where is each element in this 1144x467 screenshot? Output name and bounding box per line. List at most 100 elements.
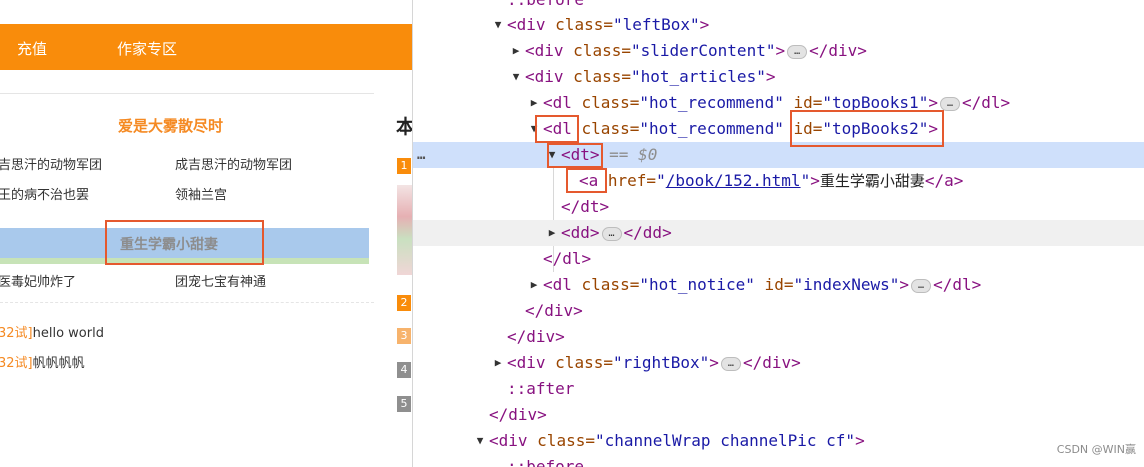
- tag-end: >: [765, 67, 776, 86]
- tag-close: </a>: [924, 171, 964, 190]
- ellipsis-icon[interactable]: …: [911, 278, 932, 293]
- dom-node-slidercontent[interactable]: ▶ <div class="sliderContent">… </div>: [413, 38, 1144, 64]
- attr-name: class=: [581, 93, 640, 112]
- annotation-red-box: [535, 115, 579, 143]
- tag-open: <dl: [543, 275, 582, 294]
- collapsed-triangle-icon[interactable]: ▶: [546, 220, 558, 246]
- text-node: 重生学霸小甜妻: [819, 172, 925, 190]
- attr-name: class=: [571, 119, 640, 138]
- dom-node-dt-close[interactable]: </dt>: [413, 194, 1144, 220]
- notice-text: hello world: [32, 326, 104, 341]
- attr-value: "hot_articles": [630, 67, 766, 86]
- rank-badge: 3: [397, 328, 411, 344]
- panel-border: [0, 93, 374, 94]
- featured-book-title[interactable]: 爱是大雾散尽时: [118, 115, 223, 136]
- dom-node-leftbox[interactable]: ▼ <div class="leftBox">: [413, 12, 1144, 38]
- tag-end: >: [899, 275, 910, 294]
- dom-node-div-close[interactable]: </div>: [413, 298, 1144, 324]
- top-nav-bar: 充值 作家专区: [0, 24, 412, 70]
- tag-close: </div>: [507, 327, 565, 346]
- pseudo-element: ::before: [507, 457, 585, 467]
- expanded-triangle-icon[interactable]: ▼: [474, 428, 486, 454]
- node-actions-icon[interactable]: …: [417, 142, 425, 168]
- tag-open: <div: [525, 67, 574, 86]
- annotation-red-box: [547, 143, 603, 168]
- dom-node-div-close[interactable]: </div>: [413, 324, 1144, 350]
- book-link[interactable]: 领袖兰宫: [175, 184, 227, 203]
- tag-close: </dt>: [561, 197, 610, 216]
- nav-link-recharge[interactable]: 充值: [17, 38, 47, 59]
- rank-badge: 5: [397, 396, 411, 412]
- tag-open: <div: [489, 431, 538, 450]
- attr-name: class=: [555, 353, 613, 372]
- dom-node-before[interactable]: ::before: [413, 454, 1144, 467]
- attr-value: "hot_recommend": [639, 119, 784, 138]
- dom-node-div-close[interactable]: </div>: [413, 402, 1144, 428]
- rank-badge: 4: [397, 362, 411, 378]
- tag-end: >: [709, 353, 719, 372]
- book-link[interactable]: 王的病不治也罢: [0, 184, 89, 203]
- book-cover-thumbnail[interactable]: [397, 185, 412, 275]
- attr-name: class=: [573, 67, 631, 86]
- devtools-elements-panel: ::before ▼ <div class="leftBox"> ▶ <div …: [412, 0, 1144, 467]
- expanded-triangle-icon[interactable]: ▼: [492, 12, 504, 38]
- collapsed-triangle-icon[interactable]: ▶: [528, 272, 540, 298]
- attr-name: class=: [573, 41, 631, 60]
- ellipsis-icon[interactable]: …: [939, 96, 960, 111]
- expanded-triangle-icon[interactable]: ▼: [510, 64, 522, 90]
- collapsed-triangle-icon[interactable]: ▶: [528, 90, 540, 116]
- dom-node-topbooks2[interactable]: ▼ <dl class="hot_recommend" id="topBooks…: [413, 116, 1144, 142]
- attr-name: class=: [555, 15, 613, 34]
- collapsed-triangle-icon[interactable]: ▶: [492, 350, 504, 376]
- attr-value: "channelWrap channelPic cf": [594, 431, 856, 450]
- pseudo-element: ::after: [507, 379, 575, 398]
- tag-close: </div>: [489, 405, 547, 424]
- collapsed-triangle-icon[interactable]: ▶: [510, 38, 522, 64]
- watermark: CSDN @WIN赢: [1056, 443, 1136, 456]
- tag-close: </dl>: [933, 275, 982, 294]
- book-link[interactable]: 吉思汗的动物军团: [0, 154, 102, 173]
- ellipsis-icon[interactable]: …: [601, 226, 622, 241]
- dom-node-dl-close[interactable]: </dl>: [413, 246, 1144, 272]
- notice-item[interactable]: 32试]hello world: [0, 322, 104, 341]
- ranking-heading: 本: [396, 116, 412, 138]
- book-link[interactable]: 医毒妃帅炸了: [0, 271, 76, 290]
- annotation-red-box: [790, 110, 944, 147]
- tag-open: <dd>: [561, 223, 600, 242]
- attr-value: "hot_recommend": [639, 93, 784, 112]
- dom-node-channelwrap[interactable]: ▼ <div class="channelWrap channelPic cf"…: [413, 428, 1144, 454]
- attr-value: "sliderContent": [630, 41, 776, 60]
- web-page-viewport: 充值 作家专区 爱是大雾散尽时 吉思汗的动物军团 成吉思汗的动物军团 王的病不治…: [0, 0, 412, 467]
- dom-node-topbooks1[interactable]: ▶ <dl class="hot_recommend" id="topBooks…: [413, 90, 1144, 116]
- attr-value: "hot_notice": [639, 275, 755, 294]
- tag-end: >: [775, 41, 786, 60]
- ellipsis-icon[interactable]: …: [720, 356, 741, 371]
- notice-tag: 32试]: [0, 356, 33, 371]
- ellipsis-icon[interactable]: …: [787, 44, 808, 59]
- book-link[interactable]: 成吉思汗的动物军团: [175, 154, 292, 173]
- tag-close: </dd>: [623, 223, 672, 242]
- attr-name: id=: [754, 275, 794, 294]
- attr-value: "leftBox": [612, 15, 700, 34]
- nav-link-author-zone[interactable]: 作家专区: [117, 38, 177, 59]
- dom-node-dt-selected[interactable]: … ▼ <dt> == $0: [413, 142, 1144, 168]
- tag-end: >: [699, 15, 710, 34]
- attr-value: "indexNews": [793, 275, 900, 294]
- dom-node-hot-articles[interactable]: ▼ <div class="hot_articles">: [413, 64, 1144, 90]
- tag-close: </div>: [809, 41, 867, 60]
- dom-node-dd[interactable]: ▶ <dd>… </dd>: [413, 220, 1144, 246]
- dom-node-indexnews[interactable]: ▶ <dl class="hot_notice" id="indexNews">…: [413, 272, 1144, 298]
- href-link[interactable]: /book/152.html: [666, 171, 801, 190]
- attr-name: class=: [581, 275, 640, 294]
- tag-close: </div>: [525, 301, 583, 320]
- dom-node-anchor[interactable]: <a href="/book/152.html">重生学霸小甜妻</a>: [413, 168, 1144, 194]
- annotation-red-box: [566, 168, 607, 193]
- tag-open: <div: [507, 15, 556, 34]
- attr-name: class=: [537, 431, 595, 450]
- tag-open: <div: [525, 41, 574, 60]
- dom-node-rightbox[interactable]: ▶ <div class="rightBox">… </div>: [413, 350, 1144, 376]
- notice-item[interactable]: 32试]帆帆帆帆: [0, 352, 85, 371]
- book-link[interactable]: 团宠七宝有神通: [175, 271, 266, 290]
- tag-close: </dl>: [543, 249, 592, 268]
- dom-node-after[interactable]: ::after: [413, 376, 1144, 402]
